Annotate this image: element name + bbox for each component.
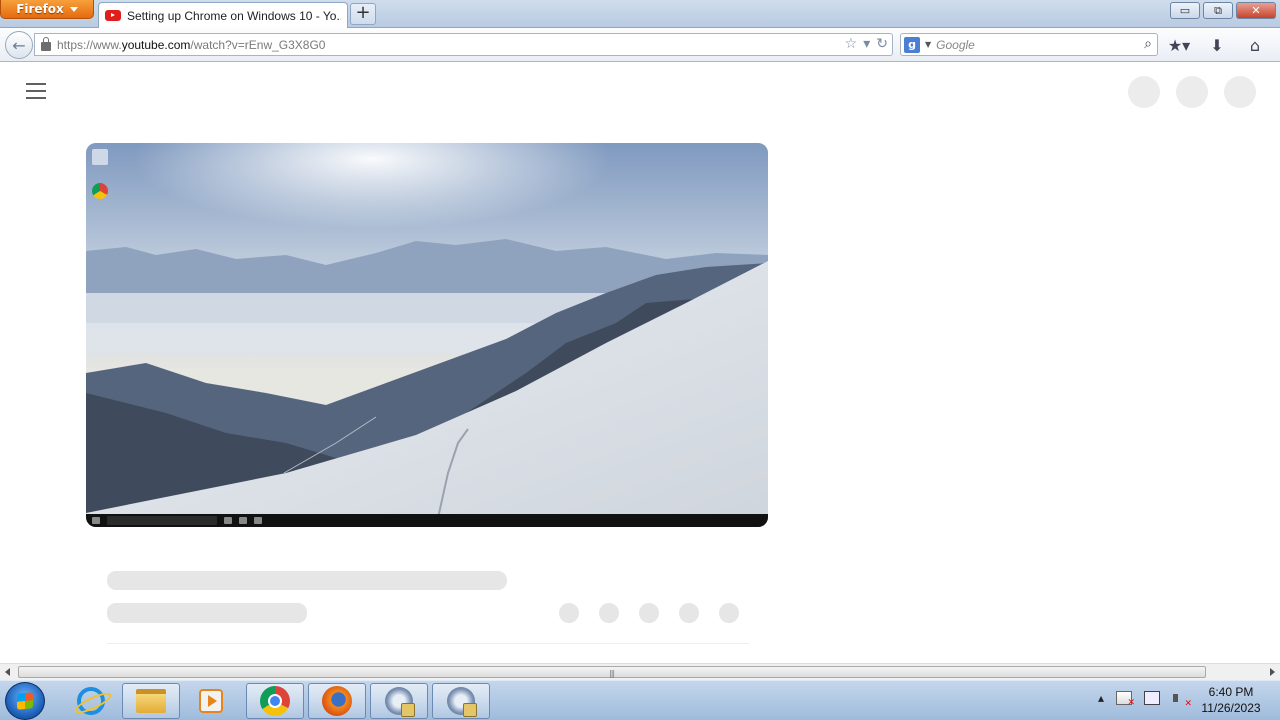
firefox-menu-label: Firefox	[16, 2, 64, 16]
action-placeholder-dot[interactable]	[719, 603, 739, 623]
network-icon[interactable]	[1144, 691, 1161, 705]
taskbar-media-player[interactable]	[182, 683, 240, 719]
search-placeholder: Google	[936, 37, 975, 52]
google-icon[interactable]: g	[904, 36, 920, 53]
video-player[interactable]	[86, 143, 768, 527]
firefox-icon	[322, 686, 352, 716]
bookmarks-menu-button[interactable]: ★▾	[1166, 34, 1192, 56]
url-prefix: https://www.	[57, 37, 122, 52]
magnifier-icon[interactable]: ⌕	[1144, 36, 1152, 52]
windows-start-icon	[92, 517, 100, 524]
navigation-toolbar: ← https://www.youtube.com/watch?v=rEnw_G…	[0, 28, 1280, 62]
taskbar-clock[interactable]: 6:40 PM 11/26/2023	[1196, 684, 1266, 716]
lock-icon	[41, 36, 51, 51]
downloads-button[interactable]: ⬇	[1204, 34, 1230, 56]
chrome-icon[interactable]	[92, 183, 108, 199]
system-tray: ▴	[1098, 691, 1192, 709]
clock-time: 6:40 PM	[1208, 685, 1254, 699]
volume-muted-icon[interactable]	[1172, 691, 1192, 709]
home-icon: ⌂	[1249, 35, 1261, 55]
hamburger-line	[26, 97, 46, 99]
action-placeholder-dot[interactable]	[639, 603, 659, 623]
chevron-down-icon[interactable]: ▼	[925, 40, 931, 49]
start-button[interactable]	[5, 682, 45, 720]
chevron-down-icon	[69, 6, 78, 12]
url-path: /watch?v=rEnw_G3X8G0	[190, 37, 326, 52]
web-page	[0, 63, 1280, 663]
store-icon	[254, 517, 262, 524]
folder-icon	[239, 517, 247, 524]
media-player-icon	[199, 689, 223, 713]
scroll-right-icon[interactable]	[1270, 668, 1275, 676]
folder-icon	[136, 689, 166, 713]
url-text: https://www.youtube.com/watch?v=rEnw_G3X…	[57, 38, 325, 52]
hamburger-line	[26, 83, 46, 85]
url-domain: youtube.com	[121, 37, 191, 52]
search-bar[interactable]: g ▼ Google ⌕	[900, 33, 1158, 56]
cortana-search-box	[107, 516, 217, 525]
hamburger-line	[26, 90, 46, 92]
header-placeholder-circle[interactable]	[1176, 76, 1208, 108]
new-tab-button[interactable]: +	[350, 3, 376, 25]
title-skeleton	[107, 571, 507, 590]
url-actions: ☆ ▾ ↻	[845, 36, 888, 52]
chevron-up-icon[interactable]: ▴	[1098, 691, 1104, 705]
tab-youtube[interactable]: Setting up Chrome on Windows 10 - Yo...	[98, 2, 348, 28]
internet-explorer-icon	[77, 687, 105, 715]
arrow-left-icon: ←	[12, 35, 26, 55]
header-placeholder-circle[interactable]	[1224, 76, 1256, 108]
reload-icon[interactable]: ↻	[876, 36, 888, 52]
taskbar-internet-explorer[interactable]	[62, 683, 120, 719]
taskbar-chrome[interactable]	[246, 683, 304, 719]
taskbar-chrome-setup[interactable]	[432, 683, 490, 719]
star-icon[interactable]: ☆	[845, 36, 858, 52]
action-center-flag-icon[interactable]	[1116, 691, 1135, 708]
home-button[interactable]: ⌂	[1242, 34, 1268, 56]
tab-title: Setting up Chrome on Windows 10 - Yo...	[127, 8, 341, 23]
close-button[interactable]: ✕	[1236, 2, 1276, 19]
download-icon: ⬇	[1210, 35, 1224, 55]
action-placeholder-dot[interactable]	[599, 603, 619, 623]
taskbar-file-explorer[interactable]	[122, 683, 180, 719]
bookmarks-icon: ★▾	[1167, 35, 1191, 55]
address-bar[interactable]: https://www.youtube.com/watch?v=rEnw_G3X…	[34, 33, 893, 56]
horizontal-scrollbar[interactable]: |||	[0, 663, 1280, 680]
clock-date: 11/26/2023	[1201, 701, 1261, 715]
chrome-setup-icon	[447, 687, 477, 717]
scrollbar-thumb[interactable]: |||	[18, 666, 1206, 678]
scroll-left-icon[interactable]	[5, 668, 10, 676]
window-controls: ▭ ⧉ ✕	[1170, 2, 1276, 19]
firefox-menu-button[interactable]: Firefox	[0, 0, 94, 19]
browser-titlebar: Firefox Setting up Chrome on Windows 10 …	[0, 0, 1280, 28]
edge-icon	[224, 517, 232, 524]
content-divider	[107, 643, 749, 644]
video-frame	[86, 143, 768, 527]
channel-skeleton	[107, 603, 307, 623]
action-placeholder-dot[interactable]	[679, 603, 699, 623]
youtube-icon	[105, 10, 121, 21]
video-windows-taskbar	[86, 514, 768, 527]
back-button[interactable]: ←	[5, 31, 33, 59]
recycle-bin-icon[interactable]	[92, 149, 108, 165]
minimize-button[interactable]: ▭	[1170, 2, 1200, 19]
chevron-down-icon[interactable]: ▾	[863, 36, 870, 52]
chrome-setup-icon	[385, 687, 415, 717]
chrome-icon	[260, 686, 290, 716]
toolbar-icons: ★▾ ⬇ ⌂	[1166, 34, 1268, 56]
restore-button[interactable]: ⧉	[1203, 2, 1233, 19]
windows-taskbar: ▴ 6:40 PM 11/26/2023	[0, 680, 1280, 720]
action-placeholder-dot[interactable]	[559, 603, 579, 623]
taskbar-chrome-setup[interactable]	[370, 683, 428, 719]
grip-icon: |||	[609, 669, 615, 678]
hamburger-menu-icon[interactable]	[26, 83, 46, 99]
header-placeholder-circle[interactable]	[1128, 76, 1160, 108]
taskbar-firefox[interactable]	[308, 683, 366, 719]
